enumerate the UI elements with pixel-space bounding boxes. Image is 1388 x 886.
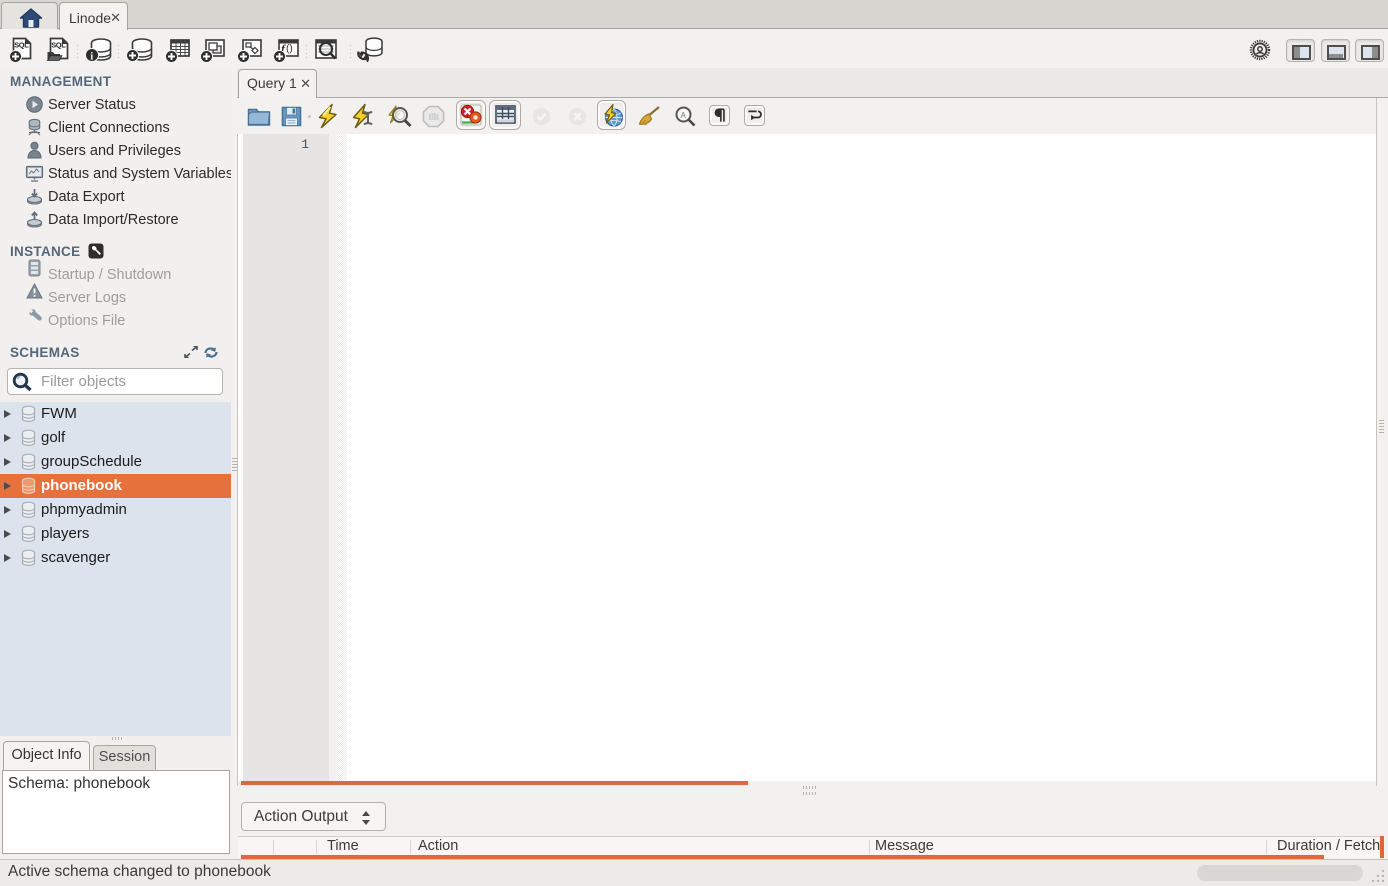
svg-text:i: i xyxy=(90,52,93,63)
svg-text:A: A xyxy=(681,111,687,120)
svg-text:(): () xyxy=(286,44,293,55)
svg-text:SQL: SQL xyxy=(14,41,29,50)
svg-text:SQL: SQL xyxy=(51,41,66,50)
